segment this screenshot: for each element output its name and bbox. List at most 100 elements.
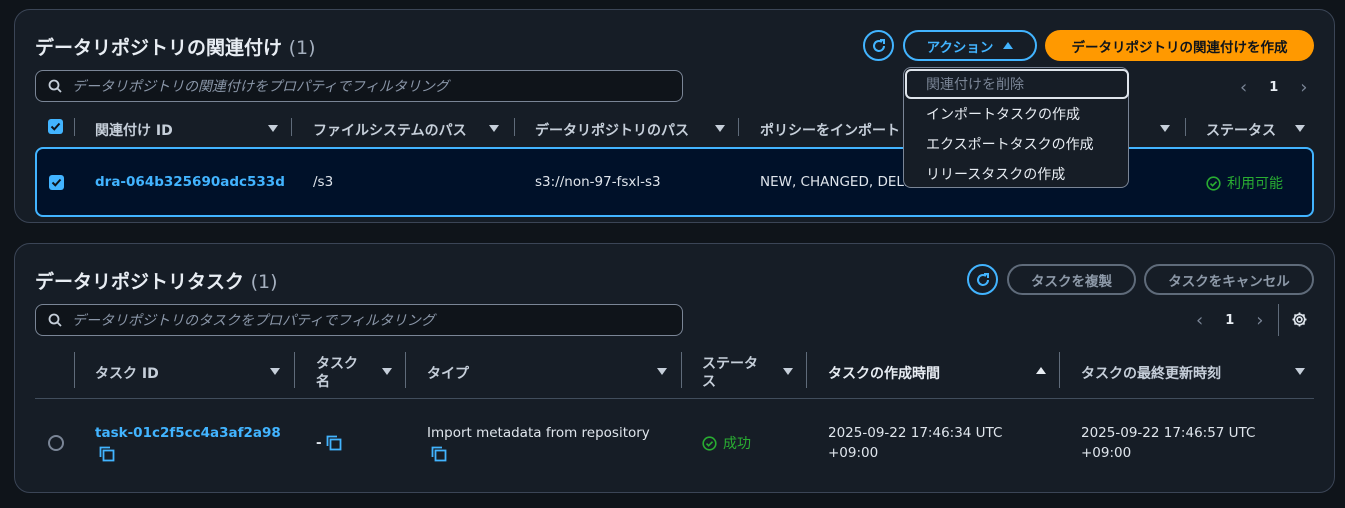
column-task-id[interactable]: タスク ID: [95, 363, 159, 383]
preferences-button[interactable]: [1291, 311, 1308, 332]
status-text: 利用可能: [1227, 176, 1283, 192]
tasks-search-input[interactable]: データリポジトリのタスクをプロパティでフィルタリング: [35, 304, 683, 336]
refresh-icon: [976, 272, 989, 286]
menu-item-create-import-task[interactable]: インポートタスクの作成: [926, 104, 1080, 124]
task-status-badge: 成功: [702, 433, 751, 453]
copy-task-type-button[interactable]: [431, 446, 447, 466]
search-icon: [48, 313, 62, 327]
column-status[interactable]: ステータ: [702, 353, 758, 373]
column-divider: [806, 352, 807, 388]
success-icon: [1206, 175, 1221, 191]
check-icon: [50, 122, 61, 131]
associations-page-number[interactable]: 1: [1269, 80, 1278, 95]
refresh-icon: [872, 38, 885, 52]
tasks-count: (1): [250, 271, 278, 293]
associations-title: データリポジトリの関連付け (1): [35, 33, 316, 60]
duplicate-task-label: タスクを複製: [1031, 273, 1112, 290]
repository-path-value: s3://non-97-fsxl-s3: [535, 174, 661, 190]
column-filesystem-path[interactable]: ファイルシステムのパス: [313, 120, 467, 140]
associations-search-input[interactable]: データリポジトリの関連付けをプロパティでフィルタリング: [35, 70, 683, 102]
column-divider: [405, 352, 406, 388]
task-status-text: 成功: [723, 436, 751, 452]
header-divider: [35, 398, 1314, 399]
task-created-time: 2025-09-22 17:46:34 UTC: [828, 425, 1003, 441]
tasks-page-number[interactable]: 1: [1225, 313, 1234, 328]
column-divider: [738, 118, 739, 136]
column-created-time[interactable]: タスクの作成時間: [828, 363, 940, 383]
gear-icon: [1292, 312, 1307, 327]
task-type-value: Import metadata from repository: [427, 425, 650, 441]
column-type[interactable]: タイプ: [427, 363, 469, 383]
sort-icon[interactable]: [657, 368, 667, 375]
column-divider: [1059, 352, 1060, 388]
success-icon: [702, 435, 717, 451]
associations-pagination: ‹ 1 ›: [1240, 77, 1307, 98]
actions-button[interactable]: アクション: [903, 30, 1037, 61]
sort-icon[interactable]: [489, 125, 499, 132]
column-divider: [294, 352, 295, 388]
copy-task-name-button[interactable]: [326, 435, 342, 455]
cancel-task-button[interactable]: タスクをキャンセル: [1144, 264, 1314, 295]
column-updated-time[interactable]: タスクの最終更新時刻: [1081, 363, 1221, 383]
create-association-label: データリポジトリの関連付けを作成: [1071, 39, 1288, 56]
menu-item-create-export-task[interactable]: エクスポートタスクの作成: [926, 134, 1094, 154]
copy-task-id-button[interactable]: [99, 446, 115, 466]
column-association-id[interactable]: 関連付け ID: [95, 120, 173, 140]
column-repository-path[interactable]: データリポジトリのパス: [535, 120, 689, 140]
menu-item-delete-association[interactable]: 関連付けを削除: [926, 74, 1024, 94]
chevron-right-icon[interactable]: ›: [1256, 310, 1263, 331]
check-icon: [51, 178, 62, 187]
chevron-right-icon[interactable]: ›: [1300, 77, 1307, 98]
sort-icon[interactable]: [270, 368, 280, 375]
cancel-task-label: タスクをキャンセル: [1168, 273, 1290, 290]
associations-title-text: データリポジトリの関連付け: [35, 37, 283, 59]
task-id-link[interactable]: task-01c2f5cc4a3af2a98: [95, 425, 281, 441]
column-task-name-line2: 名: [316, 374, 330, 390]
row-checkbox[interactable]: [49, 175, 64, 190]
column-import-policy[interactable]: ポリシーをインポート: [760, 120, 900, 140]
column-divider: [681, 352, 682, 388]
tasks-title: データリポジトリタスク (1): [35, 267, 278, 294]
column-divider: [291, 118, 292, 136]
column-status[interactable]: ステータス: [1206, 120, 1276, 140]
tasks-title-text: データリポジトリタスク: [35, 271, 245, 293]
chevron-left-icon[interactable]: ‹: [1196, 310, 1203, 331]
sort-icon[interactable]: [783, 368, 793, 375]
associations-search-placeholder: データリポジトリの関連付けをプロパティでフィルタリング: [72, 79, 449, 95]
tasks-search-placeholder: データリポジトリのタスクをプロパティでフィルタリング: [72, 313, 435, 329]
status-badge: 利用可能: [1206, 173, 1283, 193]
tasks-pagination: ‹ 1 ›: [1196, 310, 1263, 331]
sort-icon[interactable]: [715, 125, 725, 132]
refresh-associations-button[interactable]: [863, 30, 894, 61]
column-divider: [1185, 118, 1186, 136]
copy-icon: [99, 446, 115, 462]
sort-ascending-icon[interactable]: [1036, 367, 1046, 374]
column-status-line2: ス: [702, 374, 716, 390]
copy-icon: [326, 435, 342, 451]
column-divider: [514, 118, 515, 136]
sort-icon[interactable]: [1295, 125, 1305, 132]
task-updated-tz: +09:00: [1081, 445, 1132, 461]
select-all-checkbox[interactable]: [48, 119, 63, 134]
copy-icon: [431, 446, 447, 462]
sort-icon[interactable]: [1295, 368, 1305, 375]
duplicate-task-button[interactable]: タスクを複製: [1007, 264, 1136, 295]
column-divider: [74, 118, 75, 136]
association-id-link[interactable]: dra-064b325690adc533d: [95, 174, 285, 190]
column-divider: [74, 352, 75, 388]
associations-count: (1): [288, 37, 316, 59]
caret-up-icon: [1003, 42, 1014, 49]
task-name-value: -: [316, 435, 322, 451]
row-radio[interactable]: [48, 435, 64, 451]
pagination-divider: [1278, 304, 1279, 336]
sort-icon[interactable]: [1160, 125, 1170, 132]
menu-item-create-release-task[interactable]: リリースタスクの作成: [926, 164, 1065, 184]
column-task-name[interactable]: タスク: [316, 353, 358, 373]
search-icon: [48, 79, 62, 93]
refresh-tasks-button[interactable]: [967, 264, 998, 295]
chevron-left-icon[interactable]: ‹: [1240, 77, 1247, 98]
sort-icon[interactable]: [268, 125, 278, 132]
actions-label: アクション: [926, 39, 994, 56]
sort-icon[interactable]: [382, 368, 392, 375]
create-association-button[interactable]: データリポジトリの関連付けを作成: [1045, 30, 1314, 61]
